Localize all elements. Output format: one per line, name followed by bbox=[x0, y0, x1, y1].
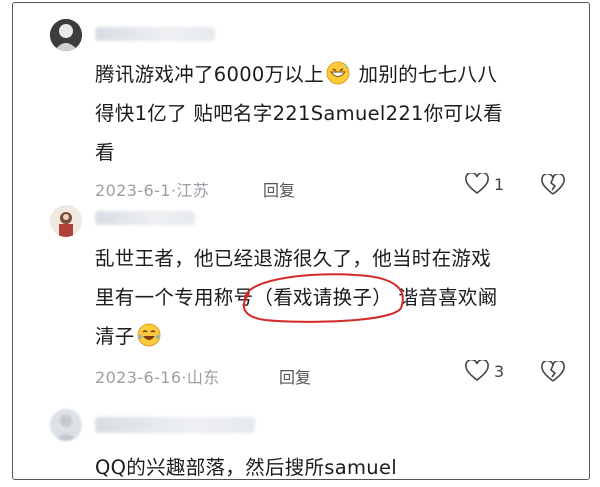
comment-meta: 2023-6-16·山东 bbox=[95, 368, 220, 387]
like-button[interactable]: 3 bbox=[465, 360, 504, 382]
reply-button[interactable]: 回复 bbox=[279, 364, 311, 388]
username-blurred[interactable] bbox=[95, 417, 255, 433]
comment-line: （看戏请换子） bbox=[253, 286, 393, 309]
comment-location: 山东 bbox=[186, 368, 220, 387]
avatar[interactable] bbox=[50, 205, 82, 237]
like-count: 1 bbox=[494, 174, 505, 194]
comment-text: 乱世王者，他已经退游很久了，他当时在游戏 里有一个专用称号（看戏请换子） 谐音喜… bbox=[95, 239, 585, 356]
like-count: 3 bbox=[494, 361, 505, 381]
comment-line: 谐音喜欢阚 bbox=[398, 286, 498, 309]
comment-text: 腾讯游戏冲了6000万以上 加别的七七八八 得快1亿了 贴吧名字221Samue… bbox=[95, 55, 585, 172]
grinning-sweat-emoji bbox=[326, 61, 350, 85]
comment-line: 得快1亿了 贴吧名字221Samuel221你可以看 bbox=[95, 102, 503, 125]
broken-heart-icon bbox=[541, 361, 565, 382]
heart-icon bbox=[465, 360, 489, 382]
username-blurred[interactable] bbox=[95, 211, 195, 225]
dislike-button[interactable] bbox=[541, 361, 565, 383]
avatar-image bbox=[50, 409, 82, 441]
comment-line: 腾讯游戏冲了6000万以上 bbox=[95, 63, 325, 86]
comment-line: 清子 bbox=[95, 325, 135, 348]
like-button[interactable]: 1 bbox=[465, 173, 504, 195]
comment-line: 看 bbox=[95, 141, 115, 164]
crying-laughing-emoji bbox=[137, 323, 161, 347]
comment-date: 2023-6-1 bbox=[95, 181, 171, 200]
comment-line: 加别的七七八八 bbox=[358, 63, 498, 86]
comment-line: QQ的兴趣部落，然后搜所samuel bbox=[95, 456, 397, 479]
comment-location: 江苏 bbox=[176, 181, 210, 200]
comment-date: 2023-6-16 bbox=[95, 368, 182, 387]
avatar[interactable] bbox=[50, 409, 82, 441]
comment-line: 里有一个专用称号 bbox=[95, 286, 254, 309]
avatar-image bbox=[50, 205, 82, 237]
screenshot-frame: 腾讯游戏冲了6000万以上 加别的七七八八 得快1亿了 贴吧名字221Samue… bbox=[12, 2, 590, 480]
reply-button[interactable]: 回复 bbox=[263, 177, 295, 201]
heart-icon bbox=[465, 173, 489, 195]
avatar-image bbox=[50, 19, 82, 51]
broken-heart-icon bbox=[541, 174, 565, 195]
comment-line: 乱世王者，他已经退游很久了，他当时在游戏 bbox=[95, 247, 492, 270]
dislike-button[interactable] bbox=[541, 174, 565, 196]
avatar[interactable] bbox=[50, 19, 82, 51]
circled-title: （看戏请换子） bbox=[243, 273, 405, 323]
username-blurred[interactable] bbox=[95, 27, 215, 41]
comment-meta: 2023-6-1·江苏 bbox=[95, 181, 210, 200]
comment-text: QQ的兴趣部落，然后搜所samuel bbox=[95, 448, 585, 487]
